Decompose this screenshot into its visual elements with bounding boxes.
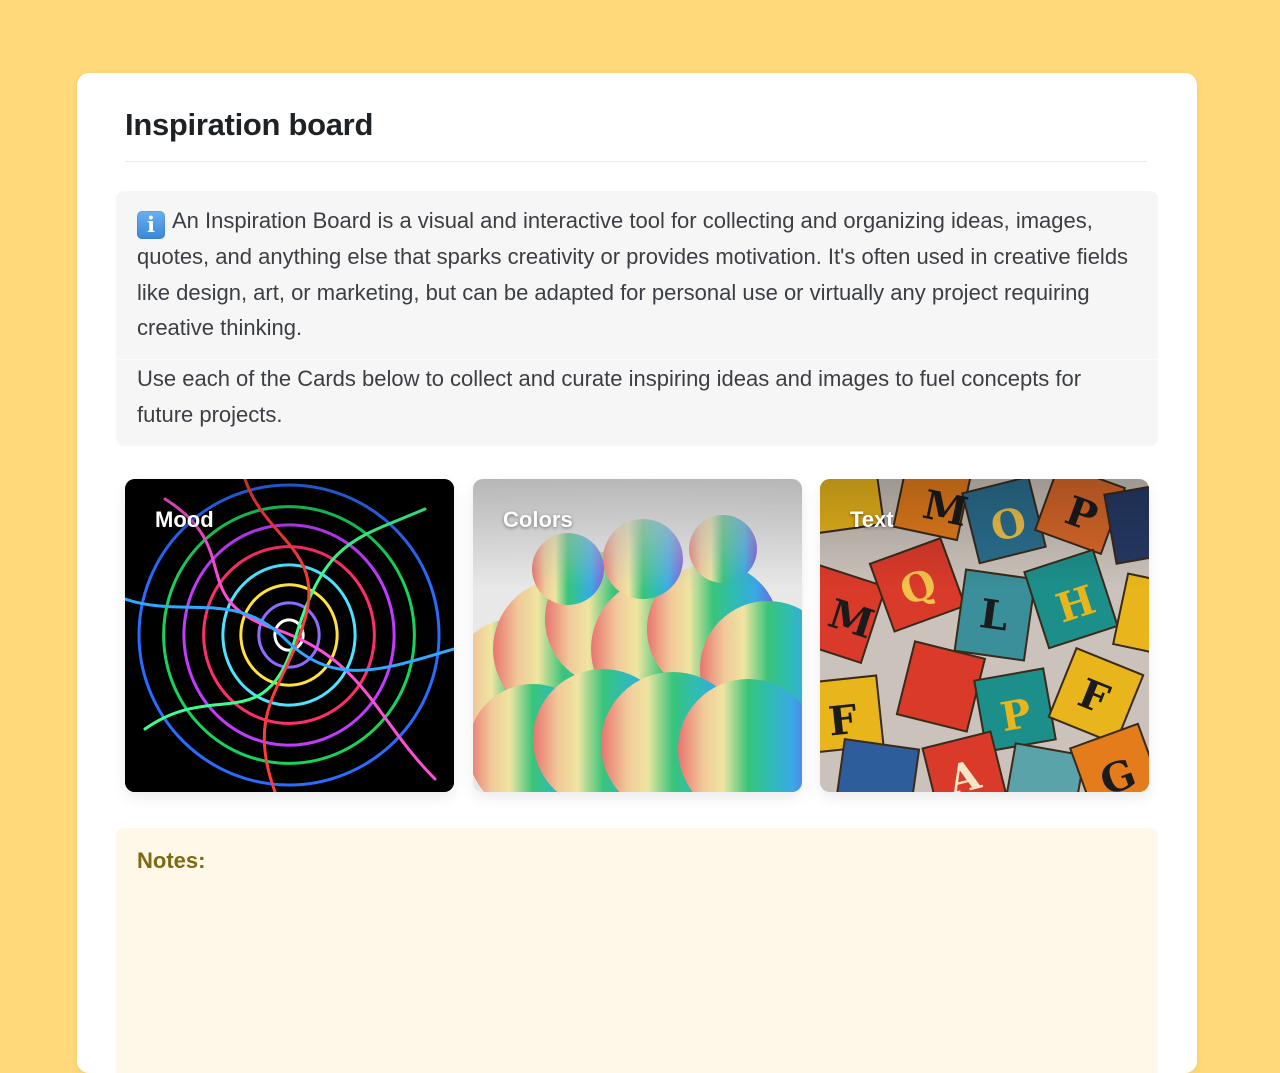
page-card: Inspiration board i An Inspiration Board … [77,73,1197,1073]
card-text-label: Text [850,507,894,532]
card-mood-label: Mood [155,507,214,532]
notes-label: Notes: [137,848,206,873]
info-panel: i An Inspiration Board is a visual and in… [116,191,1158,446]
info-icon: i [137,211,165,239]
card-mood[interactable]: Mood [125,479,454,792]
title-divider [125,161,1147,162]
card-colors-label: Colors [503,507,573,532]
svg-text:F: F [826,696,859,746]
card-colors[interactable]: Colors [473,479,802,792]
notes-panel[interactable]: Notes: [116,828,1158,1073]
card-gallery: Mood Colors M O P Q L H M F P F A G Text [125,479,1150,792]
info-paragraph-1: i An Inspiration Board is a visual and in… [137,203,1137,346]
info-paragraph-2: Use each of the Cards below to collect a… [137,366,1082,427]
info-divider [116,359,1158,360]
page-title: Inspiration board [125,107,374,142]
info-paragraph-1-text: An Inspiration Board is a visual and int… [137,208,1129,340]
card-text[interactable]: M O P Q L H M F P F A G Text [820,479,1149,792]
